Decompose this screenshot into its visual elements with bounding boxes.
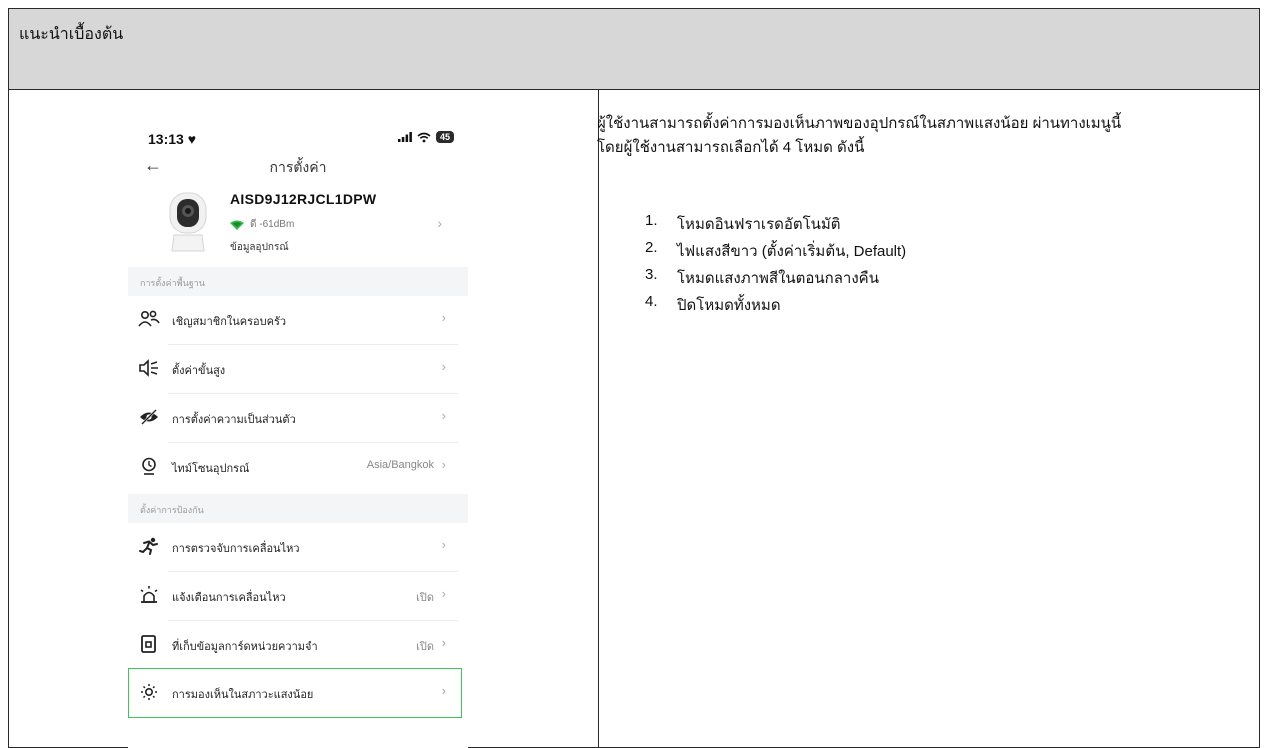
wifi-status-icon [417,132,431,142]
row-label: การตั้งค่าความเป็นส่วนตัว [172,414,296,426]
row-label: แจ้งเตือนการเคลื่อนไหว [172,592,286,604]
page-title: การตั้งค่า [269,159,327,175]
highlight-box [128,668,462,718]
column-divider [598,90,599,747]
chevron-right-icon: › [441,457,446,472]
row-memory-card-storage[interactable]: ที่เก็บข้อมูลการ์ดหน่วยความจำ เปิด › [128,621,468,669]
signal-row: ดี -61dBm [230,217,294,232]
phone-screenshot: 13:13 ♥ 45 ← การตั้งค่า AISD9J12RJCL1DPW… [128,113,468,748]
speaker-icon [139,359,158,377]
device-info-label: ข้อมูลอุปกรณ์ [230,242,289,253]
sd-card-icon [141,635,156,653]
device-card[interactable]: AISD9J12RJCL1DPW ดี -61dBm ข้อมูลอุปกรณ์… [128,185,468,263]
nav-bar: ← การตั้งค่า [128,153,468,183]
alarm-light-icon [140,586,158,603]
status-icons: 45 [397,131,454,143]
status-time: 13:13 ♥ [148,131,197,147]
description-line-2: โดยผู้ใช้งานสามารถเลือกได้ 4 โหมด ดังนี้ [597,139,865,156]
header-title: แนะนำเบื้องต้น [19,26,124,43]
description-panel: ผู้ใช้งานสามารถตั้งค่าการมองเห็นภาพของอุ… [597,112,1247,314]
list-item: 1. โหมดอินฟราเรดอัตโนมัติ [645,212,841,233]
mode-list: 1. โหมดอินฟราเรดอัตโนมัติ 2. ไฟแสงสีขาว (ต… [597,212,1247,320]
device-name: AISD9J12RJCL1DPW [230,191,377,207]
chevron-right-icon: › [441,586,446,601]
row-advanced-settings[interactable]: ตั้งค่าขั้นสูง › [128,345,468,393]
row-privacy-settings[interactable]: การตั้งค่าความเป็นส่วนตัว › [128,394,468,442]
list-item: 2. ไฟแสงสีขาว (ตั้งค่าเริ่มต้น, Default) [645,239,907,260]
signal-strength: ดี -61dBm [250,219,295,230]
running-icon [139,537,158,555]
row-label: ไทม์โซนอุปกรณ์ [172,463,250,475]
timezone-icon [142,457,156,475]
chevron-right-icon: › [437,215,442,231]
memory-card-value: เปิด [416,641,434,653]
chevron-right-icon: › [441,635,446,650]
cellular-signal-icon [397,132,412,142]
row-label: ตั้งค่าขั้นสูง [172,365,226,377]
list-item: 3. โหมดแสงภาพสีในตอนกลางคืน [645,266,879,287]
row-device-timezone[interactable]: ไทม์โซนอุปกรณ์ Asia/Bangkok › [128,443,468,491]
chevron-right-icon: › [441,408,446,423]
status-bar: 13:13 ♥ 45 [128,127,468,149]
table-header: แนะนำเบื้องต้น [9,9,1259,90]
description-line-1: ผู้ใช้งานสามารถตั้งค่าการมองเห็นภาพของอุ… [597,115,1122,132]
chevron-right-icon: › [441,310,446,325]
list-item: 4. ปิดโหมดทั้งหมด [645,293,781,314]
row-label: การตรวจจับการเคลื่อนไหว [172,543,300,555]
eye-off-icon [140,409,158,425]
row-invite-family[interactable]: เชิญสมาชิกในครอบครัว › [128,296,468,344]
chevron-right-icon: › [441,537,446,552]
row-motion-detection[interactable]: การตรวจจับการเคลื่อนไหว › [128,523,468,571]
row-label: เชิญสมาชิกในครอบครัว [172,316,287,328]
wifi-signal-icon [230,220,244,230]
timezone-value: Asia/Bangkok [366,459,434,471]
section-protection-settings: ตั้งค่าการป้องกัน [128,494,468,523]
chevron-right-icon: › [441,359,446,374]
users-icon [138,310,160,327]
motion-alert-value: เปิด [416,592,434,604]
row-label: ที่เก็บข้อมูลการ์ดหน่วยความจำ [172,641,318,653]
battery-indicator: 45 [435,131,454,143]
row-motion-alert[interactable]: แจ้งเตือนการเคลื่อนไหว เปิด › [128,572,468,620]
camera-device-image [169,192,207,252]
section-basic-settings: การตั้งค่าพื้นฐาน [128,267,468,296]
